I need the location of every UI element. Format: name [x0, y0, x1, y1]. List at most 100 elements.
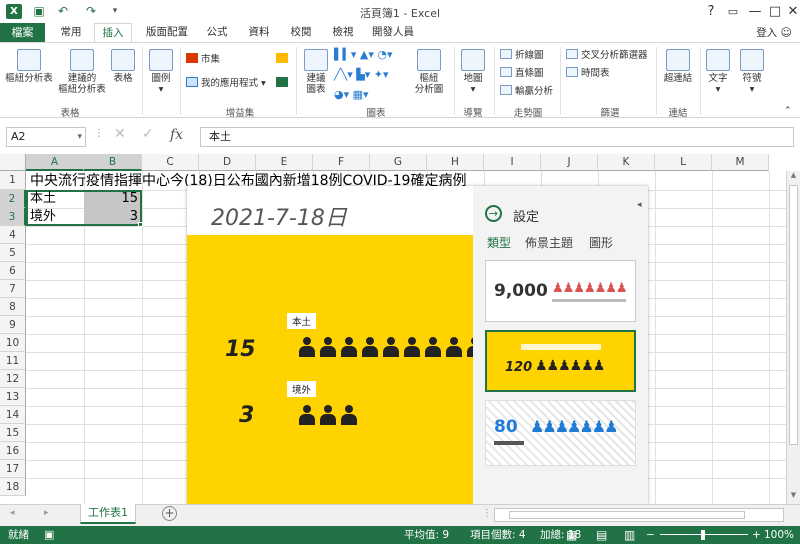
close-button[interactable]: ✕: [782, 2, 800, 21]
row-header[interactable]: 14: [0, 406, 26, 424]
recommended-charts-button[interactable]: 建議 圖表: [300, 49, 332, 95]
row-header[interactable]: 4: [0, 226, 26, 244]
column-header[interactable]: B: [84, 154, 142, 171]
tab-theme[interactable]: 佈景主題: [525, 234, 573, 251]
confirm-entry-icon[interactable]: ✓: [142, 126, 154, 142]
collapse-ribbon-icon[interactable]: ⌃: [784, 105, 792, 117]
normal-view-icon[interactable]: ▦: [566, 526, 577, 544]
row-header[interactable]: 10: [0, 334, 26, 352]
page-layout-view-icon[interactable]: ▤: [596, 526, 607, 544]
cell-b3[interactable]: 3: [84, 208, 138, 226]
column-header[interactable]: A: [26, 154, 84, 171]
tab-developer[interactable]: 開發人員: [368, 23, 418, 42]
column-header[interactable]: C: [142, 154, 199, 171]
cell-a3[interactable]: 境外: [30, 208, 56, 226]
horizontal-scroll-thumb[interactable]: [509, 511, 745, 519]
zoom-slider-thumb[interactable]: [701, 530, 705, 540]
row-header[interactable]: 7: [0, 280, 26, 298]
store-button[interactable]: 市集: [186, 53, 220, 66]
signin-link[interactable]: 登入 ☺: [756, 25, 792, 40]
zoom-in-icon[interactable]: +: [752, 526, 761, 544]
prev-sheet-icon[interactable]: ◂: [10, 508, 15, 518]
row-header[interactable]: 2: [0, 190, 26, 208]
people-graph-addin[interactable]: 2021-7-18日 本土 15 境外 3 → 設定 類型 佈景主題 圖形 9,…: [187, 186, 648, 504]
add-sheet-icon[interactable]: +: [162, 506, 177, 521]
recommended-pivottables-button[interactable]: 建議的 樞紐分析表: [56, 49, 108, 95]
row-header[interactable]: 3: [0, 208, 26, 226]
tab-insert[interactable]: 插入: [94, 23, 132, 43]
scroll-up-icon[interactable]: ▲: [787, 171, 800, 183]
zoom-level[interactable]: 100%: [764, 526, 794, 544]
bing-maps-button[interactable]: [276, 53, 291, 66]
column-header[interactable]: E: [256, 154, 313, 171]
column-header[interactable]: K: [598, 154, 655, 171]
column-header[interactable]: L: [655, 154, 712, 171]
tab-type[interactable]: 類型: [487, 234, 511, 251]
help-button[interactable]: ?: [700, 2, 722, 21]
text-button[interactable]: 文字 ▾: [704, 49, 732, 95]
arrow-right-circle-icon[interactable]: →: [485, 205, 502, 222]
cancel-entry-icon[interactable]: ✕: [114, 126, 126, 142]
tab-file[interactable]: 檔案: [0, 23, 45, 42]
column-header[interactable]: G: [370, 154, 427, 171]
illustrations-button[interactable]: 圖例 ▾: [146, 49, 176, 95]
timeline-button[interactable]: 時間表: [566, 67, 610, 80]
tab-home[interactable]: 常用: [54, 23, 88, 42]
tab-view[interactable]: 檢視: [326, 23, 360, 42]
sparkline-line-button[interactable]: 折線圖: [500, 49, 544, 62]
column-header[interactable]: M: [712, 154, 769, 171]
row-header[interactable]: 15: [0, 424, 26, 442]
my-apps-button[interactable]: 我的應用程式 ▾: [186, 77, 266, 90]
map-button[interactable]: 地圖 ▾: [458, 49, 488, 95]
row-header[interactable]: 1: [0, 171, 26, 190]
tab-shape[interactable]: 圖形: [589, 234, 613, 251]
ribbon-display-button[interactable]: ▭: [722, 2, 744, 21]
column-chart-icon[interactable]: ▌▍▾ ▲▾ ◔▾: [334, 49, 393, 61]
hyperlink-button[interactable]: 超連結: [660, 49, 696, 84]
row-header[interactable]: 16: [0, 442, 26, 460]
template-option-selected[interactable]: 120 ♟♟♟♟♟♟: [485, 330, 636, 392]
sparkline-winloss-button[interactable]: 輸贏分析: [500, 85, 553, 98]
cell-a2[interactable]: 本土: [30, 190, 56, 208]
fill-handle[interactable]: [138, 222, 143, 227]
pivottable-button[interactable]: 樞紐分析表: [4, 49, 54, 84]
sparkline-column-button[interactable]: 直條圖: [500, 67, 544, 80]
next-sheet-icon[interactable]: ▸: [44, 508, 49, 518]
scroll-down-icon[interactable]: ▼: [787, 491, 800, 503]
template-option[interactable]: 80 ♟♟♟♟♟♟♟: [485, 400, 636, 466]
row-header[interactable]: 18: [0, 478, 26, 496]
name-box[interactable]: A2 ▾: [6, 127, 86, 147]
pivotchart-button[interactable]: 樞紐 分析圖: [410, 49, 448, 95]
column-header[interactable]: J: [541, 154, 598, 171]
row-header[interactable]: 12: [0, 370, 26, 388]
tab-split-icon[interactable]: ⋮: [482, 508, 492, 519]
macro-record-icon[interactable]: ▣: [44, 526, 54, 544]
row-header[interactable]: 13: [0, 388, 26, 406]
row-header[interactable]: 5: [0, 244, 26, 262]
symbols-button[interactable]: 符號 ▾: [738, 49, 766, 95]
column-header[interactable]: D: [199, 154, 256, 171]
tab-data[interactable]: 資料: [242, 23, 276, 42]
column-header[interactable]: F: [313, 154, 370, 171]
people-graph-title[interactable]: 2021-7-18日: [211, 200, 347, 232]
row-header[interactable]: 6: [0, 262, 26, 280]
sheet-tab[interactable]: 工作表1: [80, 504, 136, 524]
vertical-scroll-thumb[interactable]: [789, 185, 798, 445]
horizontal-scrollbar[interactable]: [494, 508, 784, 522]
select-all-corner[interactable]: [0, 154, 26, 171]
tab-review[interactable]: 校閱: [284, 23, 318, 42]
people-graph-button[interactable]: [276, 77, 291, 90]
template-option[interactable]: 9,000 ♟♟♟♟♟♟♟: [485, 260, 636, 322]
zoom-out-icon[interactable]: −: [646, 526, 655, 544]
slicer-button[interactable]: 交叉分析篩選器: [566, 49, 648, 62]
pie-chart-icon[interactable]: ◕▾ ▦▾: [334, 89, 369, 101]
minimize-button[interactable]: —: [744, 2, 766, 21]
row-header[interactable]: 17: [0, 460, 26, 478]
formula-input[interactable]: 本土: [200, 127, 794, 147]
insert-function-button[interactable]: fx: [170, 127, 183, 143]
tab-page-layout[interactable]: 版面配置: [138, 23, 196, 42]
row-header[interactable]: 11: [0, 352, 26, 370]
column-header[interactable]: H: [427, 154, 484, 171]
column-header[interactable]: I: [484, 154, 541, 171]
page-break-view-icon[interactable]: ▥: [624, 526, 635, 544]
